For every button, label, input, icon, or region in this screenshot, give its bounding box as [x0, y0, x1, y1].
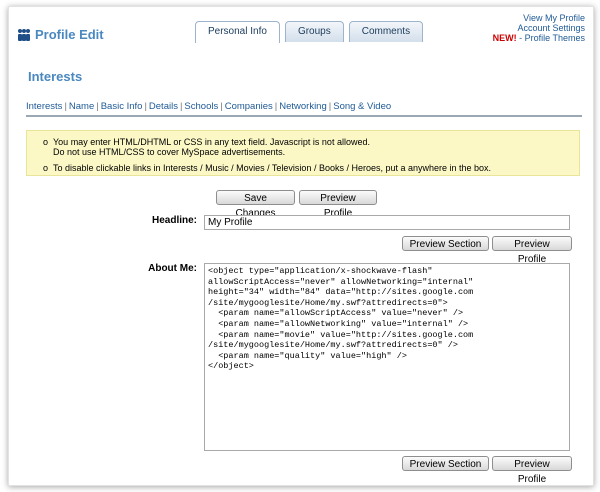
code-line: <object type="application/x-shockwave-fl… — [208, 266, 433, 276]
headline-input[interactable] — [204, 215, 570, 230]
code-line: height="34" width="84" data="http://site… — [208, 287, 474, 298]
headline-label: Headline: — [151, 215, 197, 226]
section-nav: Interests | Name | Basic Info | Details | School… — [26, 101, 392, 112]
about-me-textarea[interactable]: <object type="application/x-shockwave-fl… — [204, 263, 570, 451]
tab-groups[interactable]: Groups — [284, 21, 344, 42]
nav-companies[interactable]: Companies — [225, 101, 273, 112]
section-title: Interests — [28, 69, 83, 84]
save-changes-button[interactable]: Save Changes — [216, 190, 295, 219]
code-line: </object> — [208, 361, 254, 372]
notice-item: To disable clickable links in Interests … — [43, 163, 571, 173]
tab-comments[interactable]: Comments — [348, 21, 424, 42]
account-settings-link[interactable]: Account Settings — [517, 23, 585, 33]
nav-basic-info[interactable]: Basic Info — [101, 101, 143, 112]
code-line: /site/mygooglesite/Home/my.swf?attredire… — [208, 297, 448, 308]
nav-song-video[interactable]: Song & Video — [333, 101, 391, 112]
preview-profile-button[interactable]: Preview Profile — [299, 190, 377, 219]
code-line: <param name="quality" value="high" /> — [208, 350, 407, 361]
view-profile-link[interactable]: View My Profile — [523, 13, 585, 23]
nav-details[interactable]: Details — [149, 101, 178, 112]
nav-name[interactable]: Name — [69, 101, 94, 112]
myspace-logo-icon — [17, 28, 31, 42]
tab-personal-info[interactable]: Personal Info — [195, 21, 280, 43]
page-frame: Profile Edit Personal Info Groups Commen… — [8, 6, 594, 486]
notice-item: You may enter HTML/DHTML or CSS in any t… — [43, 137, 571, 157]
nav-interests[interactable]: Interests — [26, 101, 62, 112]
code-line: <param name="movie" value="http://sites.… — [208, 329, 474, 340]
section-divider — [26, 115, 582, 117]
code-line: <param name="allowNetworking" value="int… — [208, 318, 469, 329]
profile-themes-link[interactable]: - Profile Themes — [519, 33, 585, 43]
preview-section-button[interactable]: Preview Section — [402, 456, 489, 471]
new-badge: NEW! — [492, 33, 517, 43]
tab-bar: Personal Info Groups Comments — [195, 21, 424, 43]
top-links: View My Profile Account Settings NEW! - … — [493, 13, 585, 43]
nav-networking[interactable]: Networking — [279, 101, 327, 112]
code-line: /site/mygooglesite/Home/my.swf?attredire… — [208, 340, 458, 351]
page-title: Profile Edit — [17, 27, 104, 42]
page-title-text: Profile Edit — [35, 27, 104, 42]
about-me-label: About Me: — [148, 263, 197, 274]
notice-box: You may enter HTML/DHTML or CSS in any t… — [26, 130, 580, 176]
preview-section-button[interactable]: Preview Section — [402, 236, 489, 251]
preview-profile-button[interactable]: Preview Profile — [492, 236, 572, 265]
code-line: <param name="allowScriptAccess" value="n… — [208, 308, 464, 319]
code-line: allowScriptAccess="never" allowNetworkin… — [208, 276, 474, 287]
nav-schools[interactable]: Schools — [184, 101, 218, 112]
preview-profile-button[interactable]: Preview Profile — [492, 456, 572, 485]
